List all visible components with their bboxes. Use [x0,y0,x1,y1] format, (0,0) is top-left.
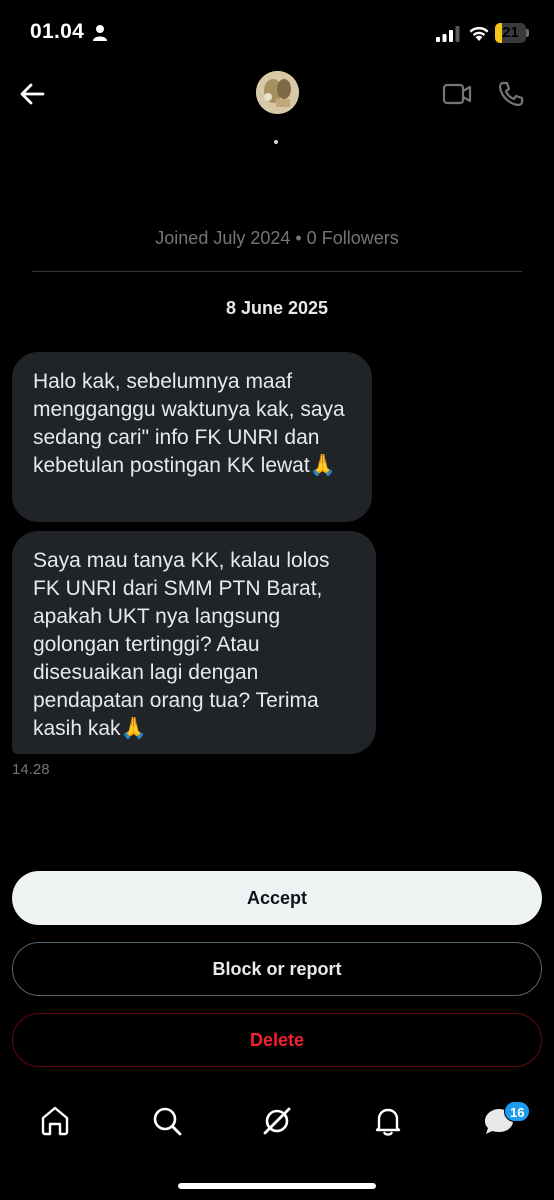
voice-call-button[interactable] [496,79,524,109]
home-icon [41,1106,69,1136]
nav-grok[interactable] [260,1104,294,1138]
conversation-date: 8 June 2025 [225,298,329,318]
battery-level: 21 [502,24,519,41]
divider [32,271,522,272]
video-call-button[interactable] [441,79,473,109]
video-camera-icon [442,83,472,105]
home-indicator[interactable] [178,1183,376,1189]
signal-icon [436,26,460,42]
delete-button[interactable]: Delete [12,1013,542,1067]
status-time: 01.04 [30,20,85,43]
wifi-icon [469,26,489,41]
nav-notifications[interactable] [371,1104,405,1138]
status-bar: 01.04 21 [0,0,554,66]
messages-badge: 16 [504,1101,531,1122]
message-bubble[interactable]: Halo kak, sebelumnya maaf mengganggu wak… [12,352,372,522]
phone-icon [498,81,524,107]
name-indicator-dot [274,140,278,144]
profile-meta: Joined July 2024 • 0 Followers [155,228,399,248]
accept-button[interactable]: Accept [12,871,542,925]
grok-icon [263,1107,291,1135]
block-or-report-button[interactable]: Block or report [12,942,542,996]
bell-icon [375,1108,401,1136]
avatar[interactable] [256,71,299,114]
person-icon [93,25,107,41]
search-icon [153,1107,182,1136]
arrow-left-icon [20,83,45,105]
battery-indicator: 21 [495,23,529,43]
message-bubble[interactable]: Saya mau tanya KK, kalau lolos FK UNRI d… [12,531,376,754]
nav-home[interactable] [38,1104,72,1138]
message-timestamp: 14.28 [12,761,50,778]
back-button[interactable] [16,78,48,110]
nav-search[interactable] [150,1104,184,1138]
avatar-image [256,71,299,114]
